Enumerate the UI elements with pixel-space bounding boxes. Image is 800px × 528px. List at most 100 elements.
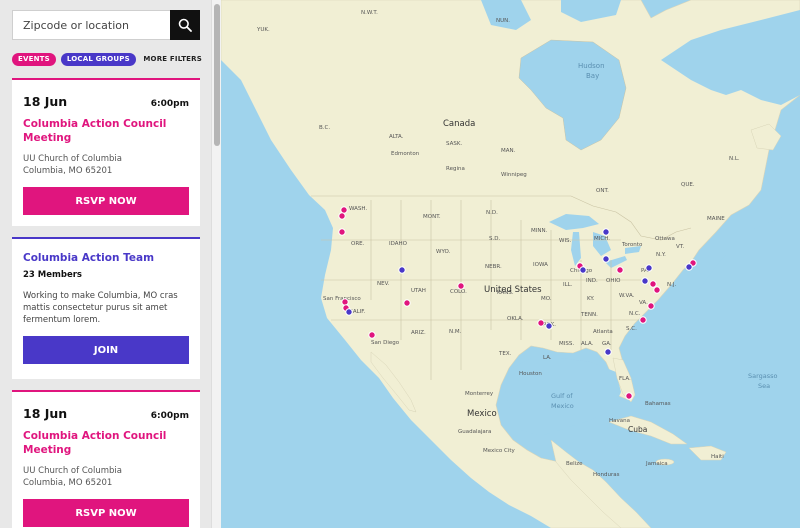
event-address: UU Church of Columbia Columbia, MO 65201 (12, 145, 200, 177)
label-ore: ORE. (351, 241, 365, 247)
event-marker[interactable] (457, 282, 465, 290)
label-nj: N.J. (667, 282, 676, 288)
events-filter-pill[interactable]: EVENTS (12, 52, 56, 66)
label-ga: GA. (602, 341, 612, 347)
label-maine: MAINE (707, 216, 725, 222)
label-ariz: ARIZ. (411, 330, 426, 336)
label-edmonton: Edmonton (391, 151, 420, 157)
event-marker[interactable] (338, 228, 346, 236)
label-mo: MO. (541, 296, 552, 302)
label-regina: Regina (446, 166, 465, 172)
group-card: Columbia Action Team 23 Members Working … (12, 237, 200, 379)
event-marker[interactable] (625, 392, 633, 400)
map-view[interactable]: N.W.T. YUK. NUN. Hudson Bay Canada B.C. … (221, 0, 800, 528)
group-marker[interactable] (645, 264, 653, 272)
group-marker[interactable] (685, 263, 693, 271)
event-time: 6:00pm (150, 411, 189, 421)
group-marker[interactable] (602, 255, 610, 263)
event-marker[interactable] (368, 331, 376, 339)
label-okla: OKLA. (507, 316, 524, 322)
group-marker[interactable] (602, 228, 610, 236)
event-date: 18 Jun (23, 406, 68, 421)
label-toronto: Toronto (621, 242, 643, 248)
label-nm: N.M. (449, 329, 462, 335)
label-ohio: OHIO (606, 278, 621, 284)
join-button[interactable]: JOIN (23, 336, 189, 364)
map-canvas[interactable]: N.W.T. YUK. NUN. Hudson Bay Canada B.C. … (221, 0, 800, 528)
group-marker[interactable] (398, 266, 406, 274)
label-utah: UTAH (411, 288, 426, 294)
label-tex: TEX. (498, 351, 512, 357)
event-marker[interactable] (639, 316, 647, 324)
label-minn: MINN. (531, 228, 548, 234)
event-card: 18 Jun 6:00pm Columbia Action Council Me… (12, 78, 200, 226)
event-marker[interactable] (653, 286, 661, 294)
search-button[interactable] (170, 10, 200, 40)
event-marker[interactable] (340, 206, 348, 214)
filter-bar: EVENTS LOCAL GROUPS MORE FILTERS (12, 52, 202, 66)
group-marker[interactable] (345, 308, 353, 316)
event-marker[interactable] (616, 266, 624, 274)
label-wyo: WYO. (436, 249, 451, 255)
event-marker[interactable] (537, 319, 545, 327)
group-marker[interactable] (641, 277, 649, 285)
label-ny: N.Y. (656, 252, 666, 258)
label-hudson-bay-2: Bay (586, 72, 599, 80)
label-haiti: Haiti (711, 454, 724, 460)
label-sargasso-2: Sea (758, 382, 770, 390)
event-marker[interactable] (647, 302, 655, 310)
group-marker[interactable] (604, 348, 612, 356)
label-nwt: N.W.T. (361, 10, 378, 16)
local-groups-filter-pill[interactable]: LOCAL GROUPS (60, 52, 136, 66)
event-title[interactable]: Columbia Action Council Meeting (12, 109, 200, 145)
event-marker[interactable] (341, 298, 349, 306)
label-nl: N.L. (729, 156, 740, 162)
label-united-states: United States (484, 285, 542, 295)
event-address: UU Church of Columbia Columbia, MO 65201 (12, 457, 200, 489)
rsvp-button[interactable]: RSVP NOW (23, 499, 189, 527)
group-marker[interactable] (579, 266, 587, 274)
label-guadalajara: Guadalajara (458, 429, 491, 435)
label-idaho: IDAHO (389, 241, 408, 247)
label-wva: W.VA. (619, 293, 635, 299)
label-sd: S.D. (489, 236, 500, 242)
more-filters-link[interactable]: MORE FILTERS (143, 55, 202, 63)
label-ind: IND. (586, 278, 598, 284)
event-venue: UU Church of Columbia (23, 466, 122, 476)
search-input[interactable] (12, 10, 170, 40)
label-san-diego: San Diego (371, 340, 400, 346)
label-gulf-2: Mexico (551, 402, 574, 410)
label-mich: MICH. (594, 236, 610, 242)
label-la: LA. (543, 355, 552, 361)
label-wis: WIS. (559, 238, 572, 244)
label-bc: B.C. (319, 125, 330, 131)
group-marker[interactable] (545, 322, 553, 330)
label-colo: COLO. (450, 289, 467, 295)
label-wash: WASH. (349, 206, 367, 212)
event-city: Columbia, MO 65201 (23, 478, 113, 488)
label-mexico-city: Mexico City (483, 448, 515, 454)
event-card: 18 Jun 6:00pm Columbia Action Council Me… (12, 390, 200, 528)
label-fla: FLA. (619, 376, 631, 382)
event-marker[interactable] (403, 299, 411, 307)
sidebar-scrollbar[interactable] (211, 0, 221, 528)
rsvp-button[interactable]: RSVP NOW (23, 187, 189, 215)
label-tenn: TENN. (580, 312, 598, 318)
label-jamaica: Jamaica (645, 461, 668, 467)
event-title[interactable]: Columbia Action Council Meeting (12, 421, 200, 457)
label-ont: ONT. (596, 188, 609, 194)
label-ky: KY. (587, 296, 595, 302)
scrollbar-thumb[interactable] (214, 4, 220, 146)
label-ottawa: Ottawa (655, 236, 675, 242)
label-honduras: Honduras (593, 472, 620, 478)
label-canada: Canada (443, 119, 475, 129)
label-va: VA. (639, 300, 648, 306)
label-que: QUE. (681, 182, 695, 188)
group-title[interactable]: Columbia Action Team (12, 239, 200, 264)
event-marker[interactable] (338, 212, 346, 220)
search-bar (12, 10, 200, 40)
label-man: MAN. (501, 148, 516, 154)
label-belize: Belize (566, 461, 583, 467)
label-ill: ILL. (563, 282, 573, 288)
event-marker[interactable] (649, 280, 657, 288)
